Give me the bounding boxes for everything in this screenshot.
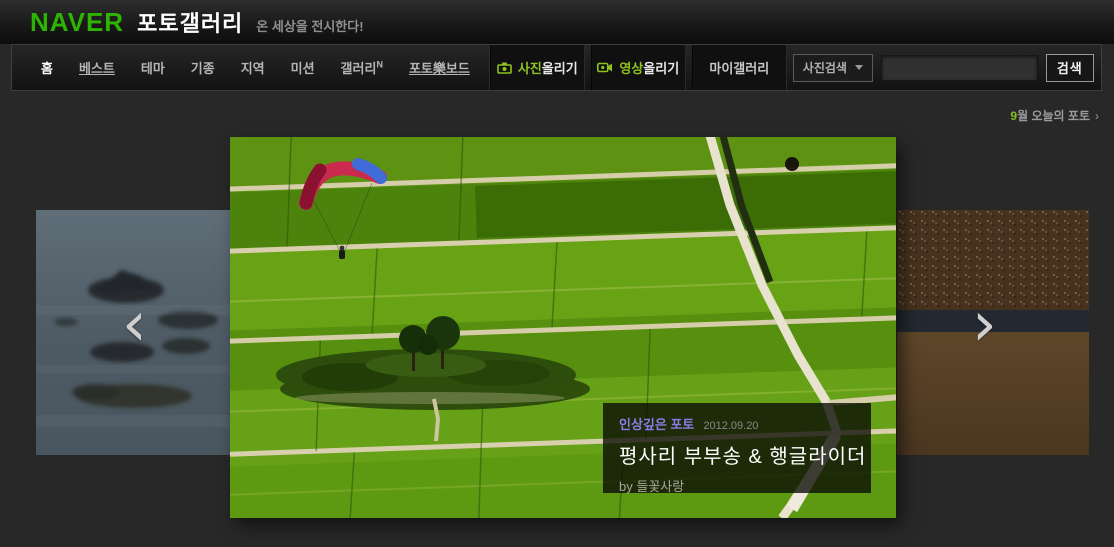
carousel-next-button[interactable]: ›	[972, 293, 997, 355]
chevron-right-icon: ›	[1095, 109, 1099, 123]
todays-photo-link[interactable]: 9월 오늘의 포토›	[1010, 107, 1099, 124]
photo-upload-icon	[497, 62, 512, 74]
photo-author[interactable]: by 들꽃사랑	[619, 476, 871, 495]
nav-item-gallery-n[interactable]: 갤러리N	[328, 58, 396, 77]
search-button[interactable]: 검색	[1046, 54, 1094, 82]
search-category-dropdown[interactable]: 사진검색	[793, 54, 873, 82]
header: NAVER 포토갤러리 온 세상을 전시한다!	[0, 0, 1114, 44]
impressive-photo-badge[interactable]: 인상깊은 포토	[619, 414, 694, 433]
search-input[interactable]	[881, 55, 1038, 81]
nav-item-best[interactable]: 베스트	[66, 58, 128, 77]
chevron-down-icon	[855, 65, 863, 70]
search-area: 사진검색 검색	[793, 45, 1108, 90]
photo-date: 2012.09.20	[703, 420, 758, 432]
new-badge: N	[376, 60, 383, 70]
nav-item-home[interactable]: 홈	[28, 58, 66, 77]
action-buttons: 사진올리기 영상올리기 마이갤러리	[489, 45, 793, 90]
naver-logo[interactable]: NAVER	[30, 7, 124, 38]
upload-video-button[interactable]: 영상올리기	[591, 45, 686, 90]
nav-item-photo-board[interactable]: 포토樂보드	[396, 58, 483, 77]
video-upload-icon	[597, 62, 613, 73]
featured-photo[interactable]: 인상깊은 포토 2012.09.20 평사리 부부송 & 행글라이더 by 들꽃…	[230, 137, 896, 518]
page-title[interactable]: 포토갤러리	[137, 6, 243, 38]
nav-item-region[interactable]: 지역	[228, 58, 278, 77]
upload-photo-button[interactable]: 사진올리기	[490, 45, 585, 90]
my-gallery-button[interactable]: 마이갤러리	[692, 45, 787, 90]
main-menu: 홈 베스트 테마 기종 지역 미션 갤러리N 포토樂보드	[12, 45, 489, 90]
photo-title[interactable]: 평사리 부부송 & 행글라이더	[619, 440, 871, 469]
nav-item-mission[interactable]: 미션	[278, 58, 328, 77]
nav-item-theme[interactable]: 테마	[128, 58, 178, 77]
navigation-bar: 홈 베스트 테마 기종 지역 미션 갤러리N 포토樂보드 사진올리기 영상올리기…	[11, 44, 1102, 91]
nav-item-model[interactable]: 기종	[178, 58, 228, 77]
site-tagline: 온 세상을 전시한다!	[256, 16, 363, 35]
carousel-prev-button[interactable]: ‹	[122, 293, 147, 355]
photo-caption: 인상깊은 포토 2012.09.20 평사리 부부송 & 행글라이더 by 들꽃…	[603, 403, 871, 493]
